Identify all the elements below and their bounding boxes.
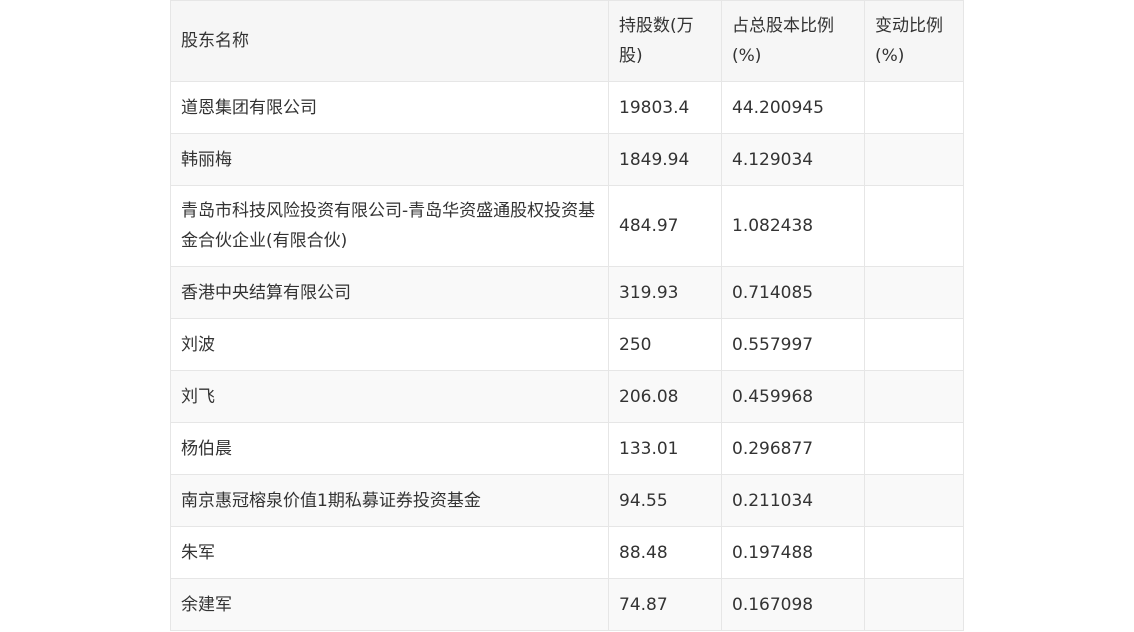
table-row: 杨伯晨 133.01 0.296877 <box>170 422 964 475</box>
cell-ratio: 44.200945 <box>721 81 865 134</box>
cell-name: 道恩集团有限公司 <box>170 81 609 134</box>
cell-shares: 206.08 <box>608 370 722 423</box>
cell-shares: 133.01 <box>608 422 722 475</box>
cell-name: 香港中央结算有限公司 <box>170 266 609 319</box>
shareholder-table-container: 股东名称 持股数(万股) 占总股本比例(%) 变动比例(%) 道恩集团有限公司 … <box>170 0 964 631</box>
cell-change <box>864 474 964 527</box>
header-ratio: 占总股本比例(%) <box>721 0 865 82</box>
cell-ratio: 0.296877 <box>721 422 865 475</box>
cell-name: 韩丽梅 <box>170 133 609 186</box>
cell-ratio: 0.197488 <box>721 526 865 579</box>
cell-name: 杨伯晨 <box>170 422 609 475</box>
cell-change <box>864 370 964 423</box>
header-shareholder-name: 股东名称 <box>170 0 609 82</box>
table-row: 刘飞 206.08 0.459968 <box>170 370 964 423</box>
cell-name: 刘波 <box>170 318 609 371</box>
cell-shares: 319.93 <box>608 266 722 319</box>
cell-shares: 250 <box>608 318 722 371</box>
cell-change <box>864 185 964 267</box>
cell-shares: 19803.4 <box>608 81 722 134</box>
table-header-row: 股东名称 持股数(万股) 占总股本比例(%) 变动比例(%) <box>170 0 964 82</box>
table-row: 余建军 74.87 0.167098 <box>170 578 964 631</box>
cell-ratio: 0.557997 <box>721 318 865 371</box>
cell-change <box>864 578 964 631</box>
cell-change <box>864 133 964 186</box>
cell-change <box>864 526 964 579</box>
cell-shares: 74.87 <box>608 578 722 631</box>
cell-ratio: 0.211034 <box>721 474 865 527</box>
cell-ratio: 0.459968 <box>721 370 865 423</box>
cell-shares: 484.97 <box>608 185 722 267</box>
cell-ratio: 1.082438 <box>721 185 865 267</box>
cell-name: 青岛市科技风险投资有限公司-青岛华资盛通股权投资基金合伙企业(有限合伙) <box>170 185 609 267</box>
cell-change <box>864 81 964 134</box>
cell-change <box>864 318 964 371</box>
cell-ratio: 0.167098 <box>721 578 865 631</box>
header-change: 变动比例(%) <box>864 0 964 82</box>
cell-name: 朱军 <box>170 526 609 579</box>
table-row: 南京惠冠榕泉价值1期私募证券投资基金 94.55 0.211034 <box>170 474 964 527</box>
cell-ratio: 4.129034 <box>721 133 865 186</box>
cell-change <box>864 422 964 475</box>
cell-shares: 1849.94 <box>608 133 722 186</box>
shareholder-table: 股东名称 持股数(万股) 占总股本比例(%) 变动比例(%) 道恩集团有限公司 … <box>170 0 964 631</box>
header-shares: 持股数(万股) <box>608 0 722 82</box>
cell-name: 南京惠冠榕泉价值1期私募证券投资基金 <box>170 474 609 527</box>
cell-name: 刘飞 <box>170 370 609 423</box>
cell-change <box>864 266 964 319</box>
cell-shares: 88.48 <box>608 526 722 579</box>
cell-shares: 94.55 <box>608 474 722 527</box>
table-row: 刘波 250 0.557997 <box>170 318 964 371</box>
table-row: 韩丽梅 1849.94 4.129034 <box>170 133 964 186</box>
table-row: 香港中央结算有限公司 319.93 0.714085 <box>170 266 964 319</box>
table-row: 青岛市科技风险投资有限公司-青岛华资盛通股权投资基金合伙企业(有限合伙) 484… <box>170 185 964 267</box>
table-row: 朱军 88.48 0.197488 <box>170 526 964 579</box>
table-row: 道恩集团有限公司 19803.4 44.200945 <box>170 81 964 134</box>
cell-ratio: 0.714085 <box>721 266 865 319</box>
cell-name: 余建军 <box>170 578 609 631</box>
